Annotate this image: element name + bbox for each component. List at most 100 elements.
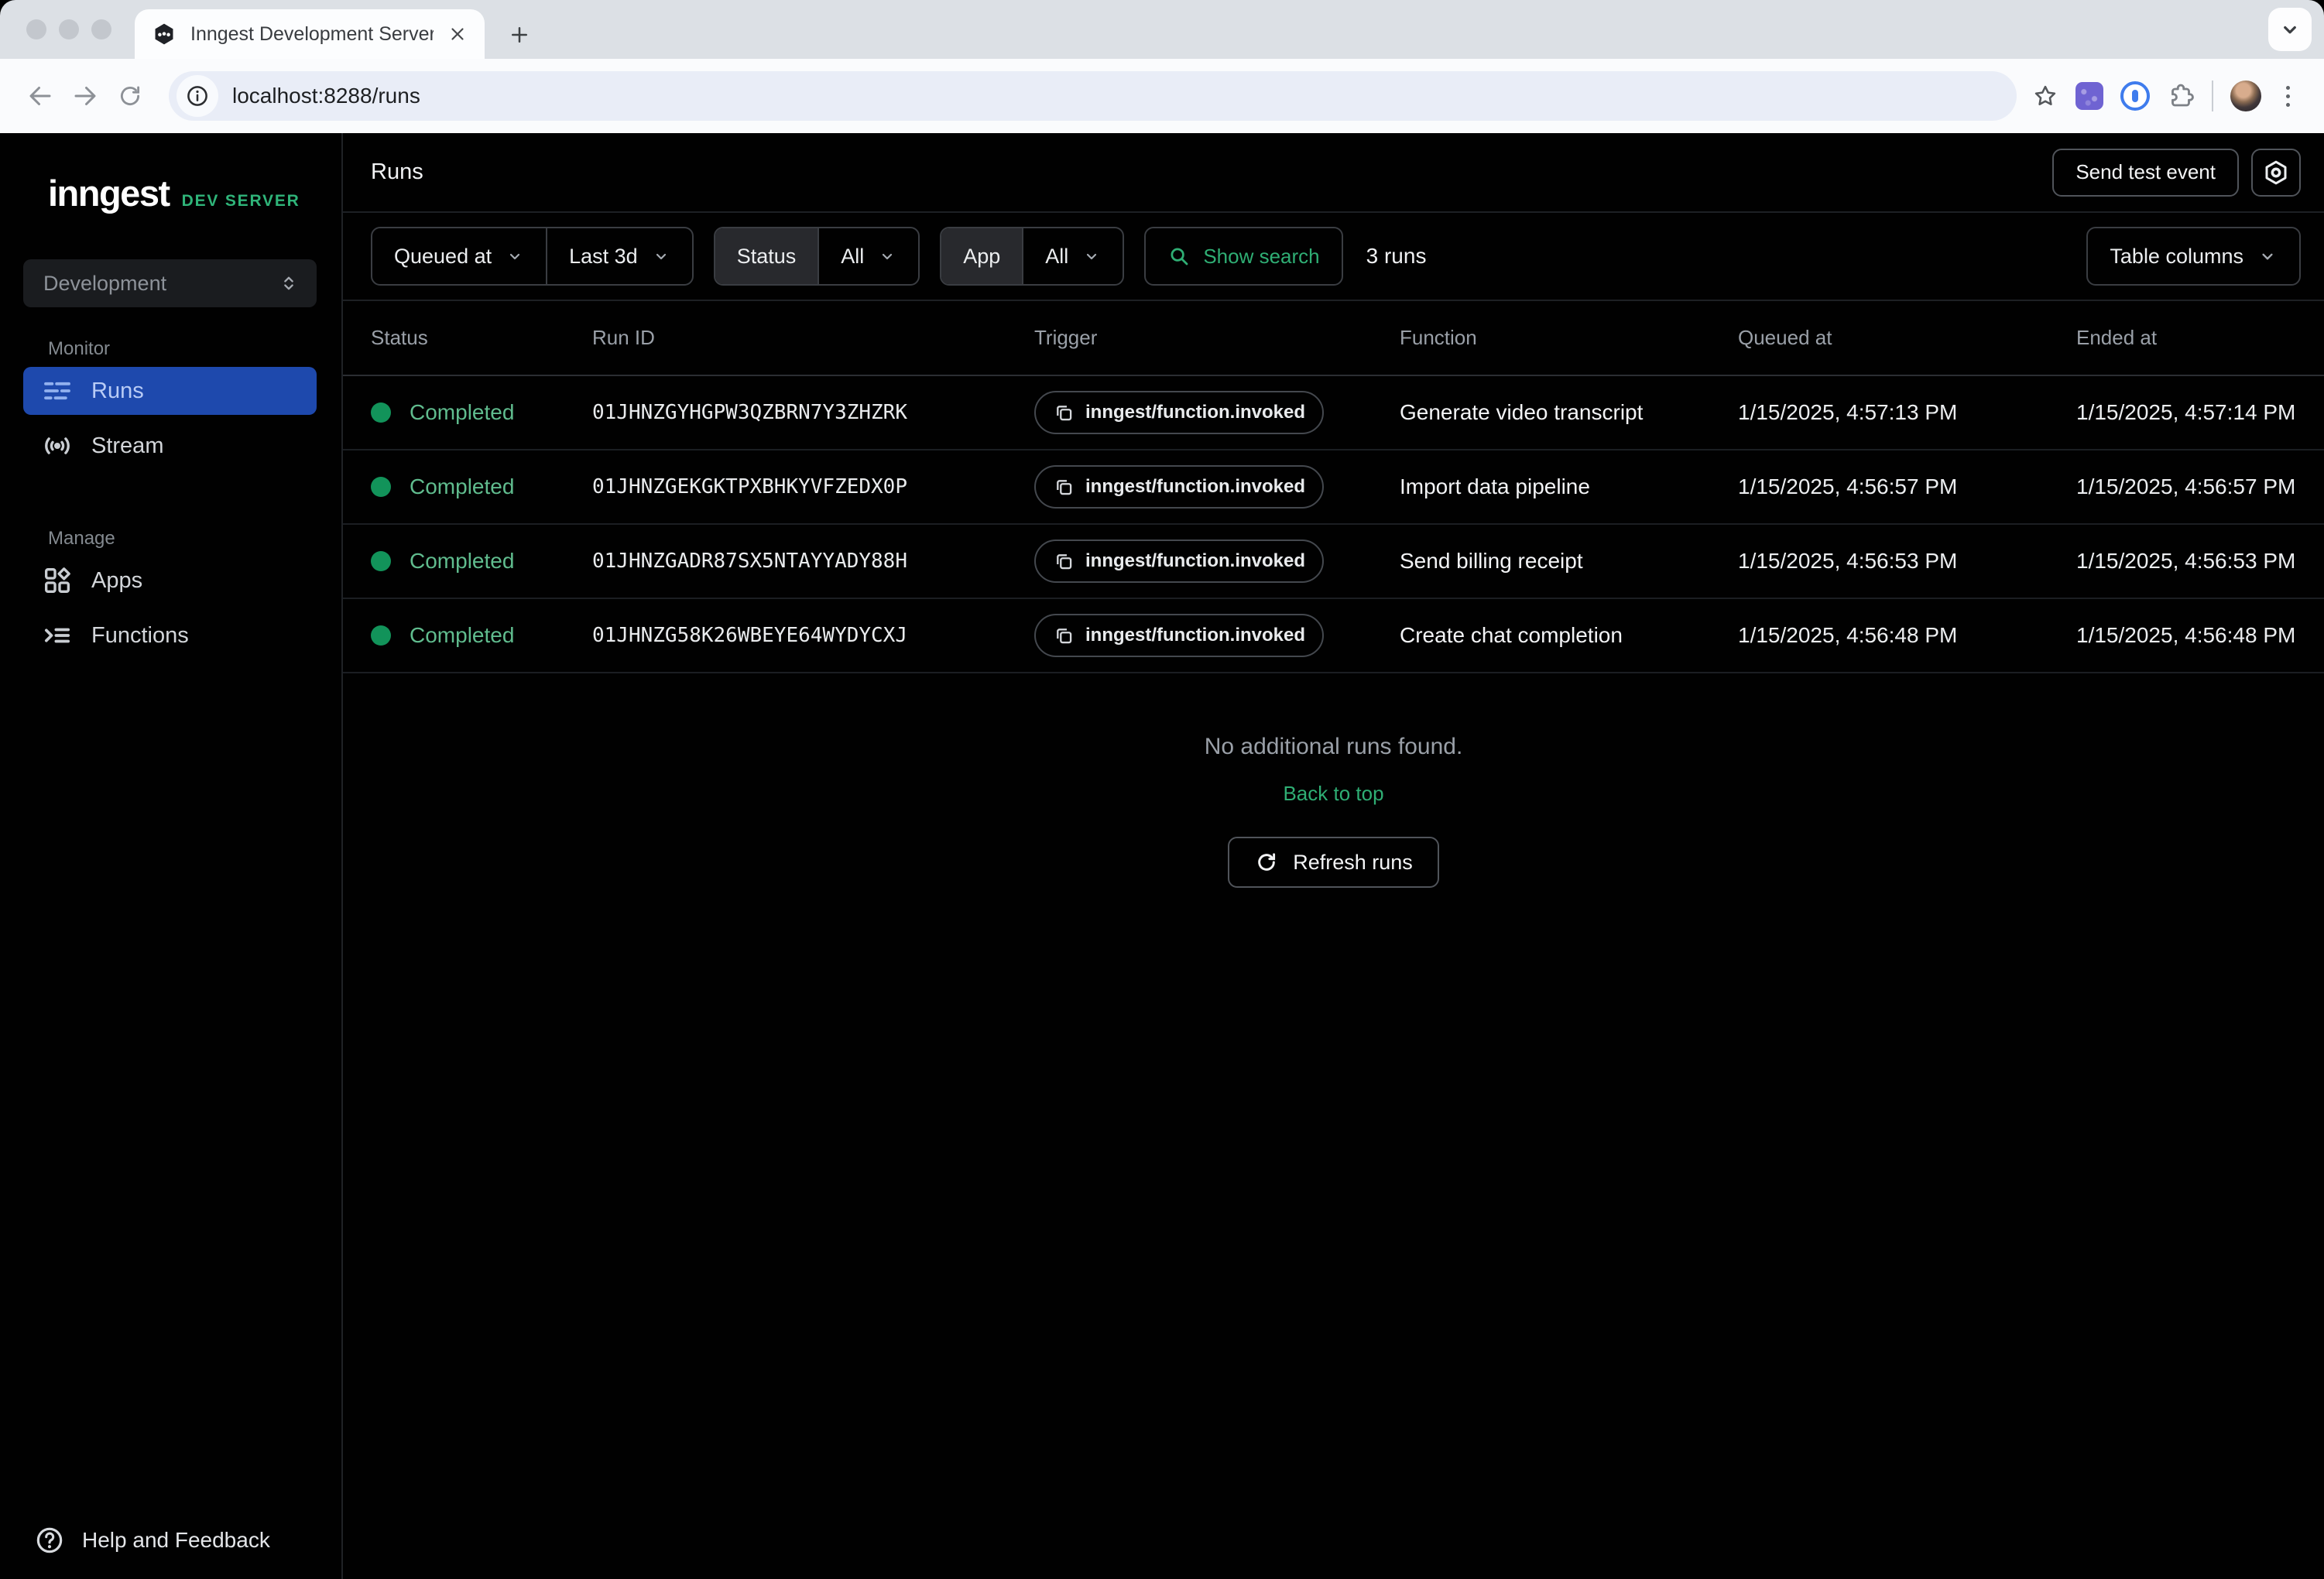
sidebar-item-functions[interactable]: Functions [23, 611, 317, 659]
reload-icon[interactable] [110, 76, 150, 116]
window-minimize-button[interactable] [59, 19, 79, 39]
table-columns-label: Table columns [2110, 245, 2243, 269]
sidebar-item-label: Apps [91, 568, 142, 594]
function-cell[interactable]: Import data pipeline [1400, 474, 1738, 499]
column-header-ended-at[interactable]: Ended at [2076, 326, 2324, 350]
send-test-event-button[interactable]: Send test event [2052, 149, 2239, 197]
trigger-name: inngest/function.invoked [1085, 625, 1305, 646]
app-filter-dropdown[interactable]: All [1023, 228, 1123, 284]
extension-icon[interactable] [2075, 82, 2103, 110]
time-field-dropdown[interactable]: Queued at [372, 228, 546, 284]
table-row[interactable]: Completed 01JHNZGEKGKTPXBHKYVFZEDX0P inn… [343, 450, 2324, 525]
run-id-cell[interactable]: 01JHNZGEKGKTPXBHKYVFZEDX0P [592, 475, 1034, 498]
show-search-button[interactable]: Show search [1146, 228, 1341, 284]
settings-gear-button[interactable] [2251, 149, 2301, 197]
trigger-badge[interactable]: inngest/function.invoked [1034, 614, 1324, 657]
refresh-runs-button[interactable]: Refresh runs [1228, 837, 1439, 888]
filter-bar: Queued at Last 3d Status All [343, 213, 2324, 301]
show-search-container: Show search [1144, 227, 1342, 286]
trigger-badge[interactable]: inngest/function.invoked [1034, 391, 1324, 434]
bookmark-star-icon[interactable] [2032, 83, 2058, 109]
site-info-icon[interactable] [177, 75, 218, 117]
trigger-badge[interactable]: inngest/function.invoked [1034, 539, 1324, 583]
table-row[interactable]: Completed 01JHNZGYHGPW3QZBRN7Y3ZHZRK inn… [343, 376, 2324, 450]
toolbar-right-cluster [2032, 80, 2304, 111]
trigger-cell: inngest/function.invoked [1034, 391, 1400, 434]
function-cell[interactable]: Generate video transcript [1400, 400, 1738, 425]
runs-count: 3 runs [1366, 244, 1427, 269]
window-zoom-button[interactable] [91, 19, 111, 39]
sidebar-item-stream[interactable]: Stream [23, 422, 317, 470]
sidebar: inngest DEV SERVER Development Monitor R… [0, 133, 343, 1579]
tab-search-chevron-button[interactable] [2268, 8, 2312, 51]
status-cell: Completed [371, 400, 592, 425]
table-columns-button[interactable]: Table columns [2088, 228, 2299, 284]
status-filter-dropdown[interactable]: All [819, 228, 918, 284]
sidebar-item-apps[interactable]: Apps [23, 557, 317, 605]
window-close-button[interactable] [26, 19, 46, 39]
window-controls [0, 0, 135, 59]
empty-state: No additional runs found. Back to top Re… [343, 734, 2324, 888]
inngest-logo: inngest [48, 172, 170, 214]
browser-window: Inngest Development Server localhost:828… [0, 0, 2324, 1579]
status-dot-completed [371, 625, 391, 646]
page-header: Runs Send test event [343, 133, 2324, 213]
trigger-badge[interactable]: inngest/function.invoked [1034, 465, 1324, 509]
copy-icon[interactable] [1053, 625, 1075, 646]
time-field-label: Queued at [394, 245, 492, 269]
queued-at-cell: 1/15/2025, 4:57:13 PM [1738, 400, 2076, 425]
refresh-icon [1254, 850, 1279, 875]
profile-avatar[interactable] [2230, 80, 2261, 111]
address-bar[interactable]: localhost:8288/runs [169, 71, 2017, 121]
chevron-down-icon [1082, 247, 1101, 265]
chevron-up-down-icon [278, 272, 300, 294]
column-header-queued-at[interactable]: Queued at [1738, 326, 2076, 350]
queued-at-cell: 1/15/2025, 4:56:48 PM [1738, 623, 2076, 648]
help-and-feedback[interactable]: Help and Feedback [0, 1525, 341, 1579]
status-filter: Status All [714, 227, 920, 286]
column-header-status[interactable]: Status [371, 326, 592, 350]
run-id-cell[interactable]: 01JHNZGADR87SX5NTAYYADY88H [592, 550, 1034, 573]
extensions-puzzle-icon[interactable] [2167, 82, 2195, 110]
status-dot-completed [371, 402, 391, 423]
status-dot-completed [371, 551, 391, 571]
sidebar-item-runs[interactable]: Runs [23, 367, 317, 415]
copy-icon[interactable] [1053, 476, 1075, 498]
chevron-down-icon [878, 247, 896, 265]
run-id-cell[interactable]: 01JHNZG58K26WBEYE64WYDYCXJ [592, 624, 1034, 647]
column-header-run-id[interactable]: Run ID [592, 326, 1034, 350]
copy-icon[interactable] [1053, 550, 1075, 572]
status-text: Completed [410, 474, 514, 499]
app-filter: App All [940, 227, 1124, 286]
environment-select[interactable]: Development [23, 259, 317, 307]
table-row[interactable]: Completed 01JHNZG58K26WBEYE64WYDYCXJ inn… [343, 599, 2324, 673]
password-manager-icon[interactable] [2120, 81, 2150, 111]
status-filter-label: Status [715, 228, 818, 284]
function-cell[interactable]: Create chat completion [1400, 623, 1738, 648]
copy-icon[interactable] [1053, 402, 1075, 423]
status-cell: Completed [371, 549, 592, 574]
manage-section-label: Manage [0, 528, 341, 550]
queued-at-cell: 1/15/2025, 4:56:53 PM [1738, 549, 2076, 574]
column-header-trigger[interactable]: Trigger [1034, 326, 1400, 350]
sidebar-item-label: Stream [91, 433, 163, 459]
trigger-name: inngest/function.invoked [1085, 476, 1305, 498]
back-icon[interactable] [20, 76, 60, 116]
forward-icon[interactable] [65, 76, 105, 116]
manage-nav-group: Manage Apps Functions [0, 528, 341, 666]
column-header-function[interactable]: Function [1400, 326, 1738, 350]
new-tab-button[interactable] [502, 17, 537, 53]
time-range-dropdown[interactable]: Last 3d [547, 228, 692, 284]
time-range-value: Last 3d [569, 245, 638, 269]
browser-menu-icon[interactable] [2278, 86, 2298, 107]
trigger-cell: inngest/function.invoked [1034, 614, 1400, 657]
browser-tab[interactable]: Inngest Development Server [135, 9, 485, 59]
tab-close-icon[interactable] [447, 24, 468, 44]
table-row[interactable]: Completed 01JHNZGADR87SX5NTAYYADY88H inn… [343, 525, 2324, 599]
function-cell[interactable]: Send billing receipt [1400, 549, 1738, 574]
trigger-name: inngest/function.invoked [1085, 550, 1305, 572]
back-to-top-link[interactable]: Back to top [1283, 782, 1383, 806]
trigger-cell: inngest/function.invoked [1034, 539, 1400, 583]
run-id-cell[interactable]: 01JHNZGYHGPW3QZBRN7Y3ZHZRK [592, 401, 1034, 424]
status-label-text: Status [737, 245, 797, 269]
